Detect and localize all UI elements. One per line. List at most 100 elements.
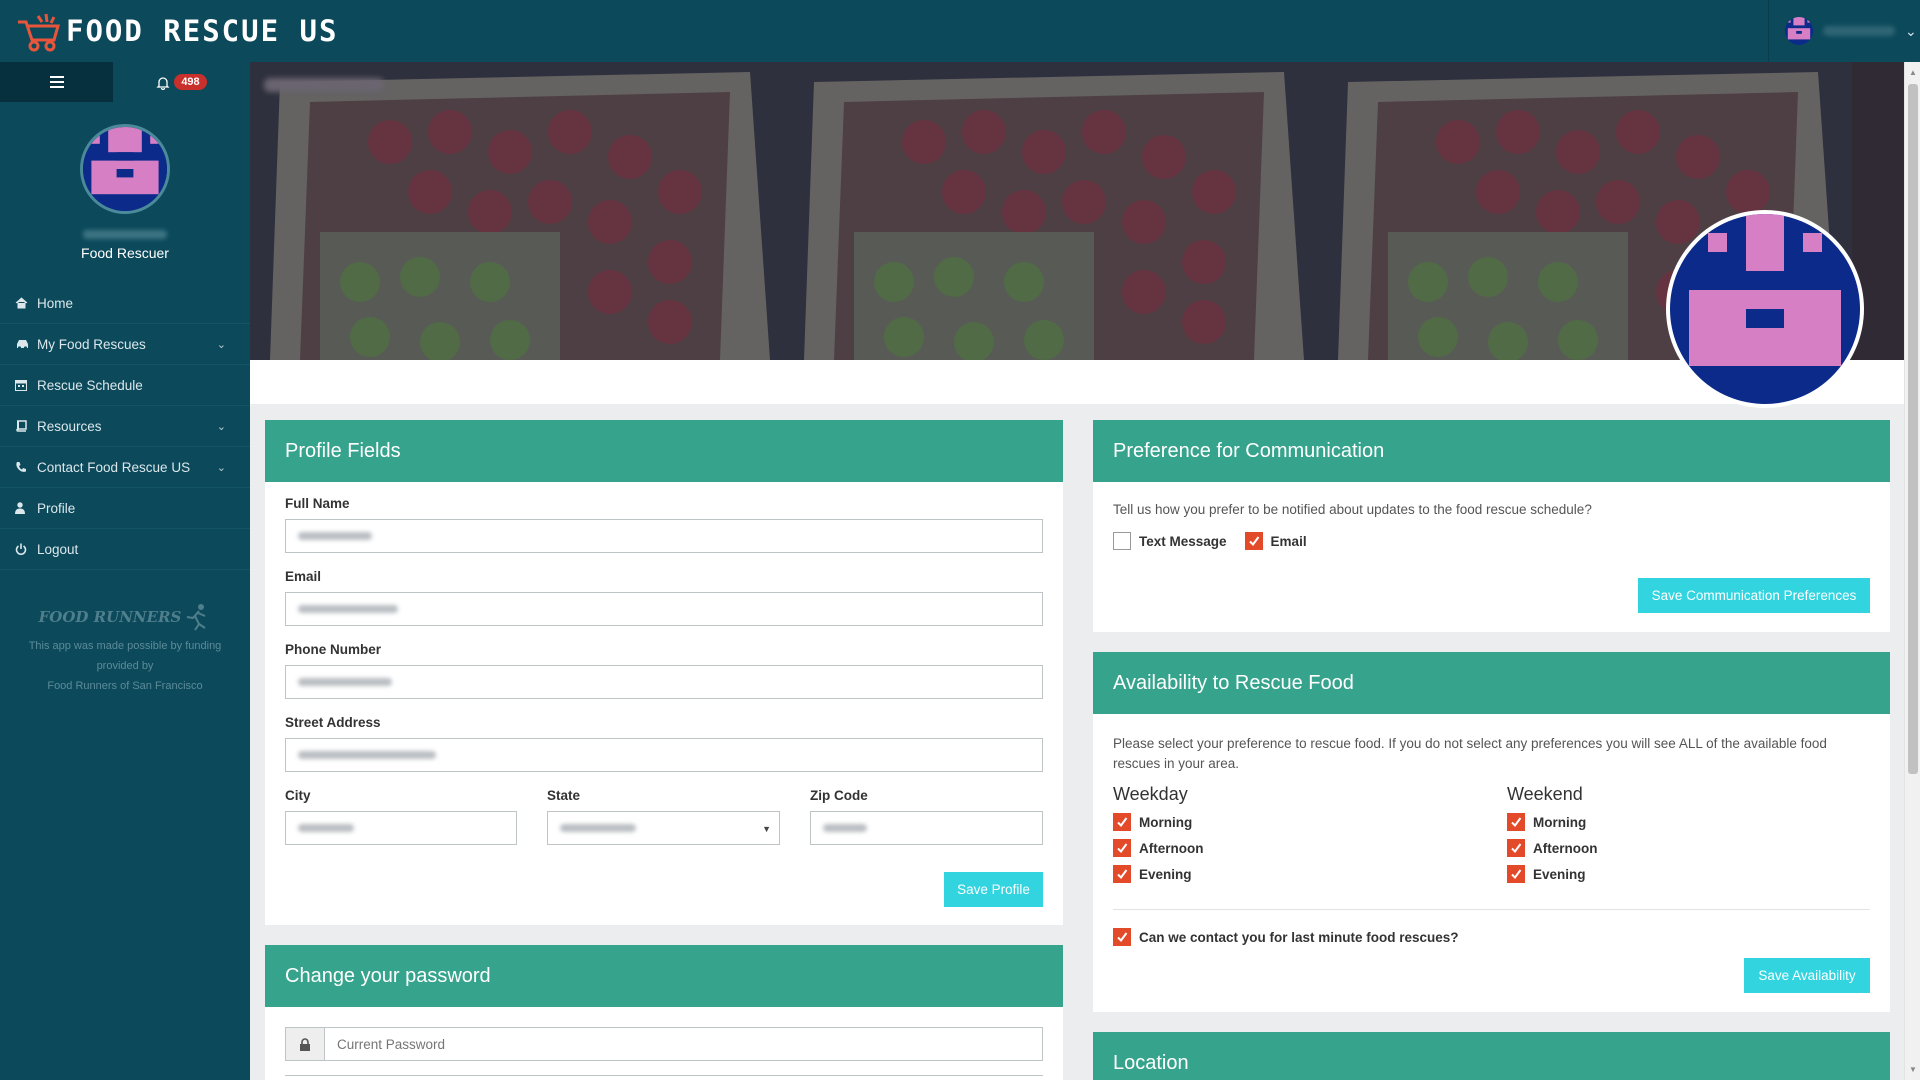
apples-photo-tile <box>784 62 1318 360</box>
zip-code-label: Zip Code <box>810 788 868 803</box>
profile-fields-panel: Profile Fields Full Name Email Phone Num… <box>265 420 1063 925</box>
scrollbar-thumb[interactable] <box>1908 84 1918 774</box>
phone-icon <box>15 461 37 473</box>
notification-badge: 498 <box>174 74 207 90</box>
weekend-evening-option[interactable]: Evening <box>1507 861 1847 887</box>
weekend-title: Weekend <box>1507 784 1583 804</box>
menu-toggle-button[interactable] <box>0 62 113 102</box>
scroll-up-arrow-icon[interactable]: ▲ <box>1909 68 1917 77</box>
scroll-down-arrow-icon[interactable]: ▼ <box>1909 1065 1917 1074</box>
sidebar-item-logout[interactable]: Logout <box>0 529 250 570</box>
apples-photo-tile <box>250 62 784 360</box>
brand-name: FOOD RESCUE US <box>66 14 339 48</box>
checkmark-icon <box>1511 817 1522 828</box>
weekday-evening-checkbox[interactable] <box>1113 865 1131 883</box>
panel-title: Profile Fields <box>265 420 1063 482</box>
profile-avatar <box>1666 210 1864 408</box>
top-navbar: FOOD RESCUE US ⌄ <box>0 0 1920 62</box>
communication-preferences-panel: Preference for Communication Tell us how… <box>1093 420 1890 632</box>
sidebar-item-profile[interactable]: Profile <box>0 488 250 529</box>
email-label: Email <box>285 569 322 584</box>
checkmark-icon <box>1511 869 1522 880</box>
communication-question: Tell us how you prefer to be notified ab… <box>1113 502 1592 517</box>
panel-title: Location <box>1093 1032 1890 1080</box>
zip-code-field[interactable] <box>810 811 1043 845</box>
panel-title: Availability to Rescue Food <box>1093 652 1890 714</box>
weekend-morning-option[interactable]: Morning <box>1507 809 1847 835</box>
email-field[interactable] <box>285 592 1043 626</box>
phone-label: Phone Number <box>285 642 382 657</box>
email-checkbox[interactable] <box>1244 532 1263 550</box>
checkmark-icon <box>1117 843 1128 854</box>
weekend-afternoon-option[interactable]: Afternoon <box>1507 835 1847 861</box>
sidebar-avatar <box>80 124 170 214</box>
brand[interactable]: FOOD RESCUE US <box>14 0 338 62</box>
funding-note: FOOD RUNNERS This app was made possible … <box>0 598 250 696</box>
divider <box>1113 909 1870 910</box>
save-communication-preferences-button[interactable]: Save Communication Preferences <box>1638 578 1870 613</box>
chevron-down-icon: ⌄ <box>216 338 226 351</box>
checkmark-icon <box>1117 817 1128 828</box>
bell-icon <box>156 76 170 90</box>
street-address-field[interactable] <box>285 738 1043 772</box>
book-icon <box>15 420 37 432</box>
sidebar-item-my-food-rescues[interactable]: My Food Rescues ⌄ <box>0 324 250 365</box>
lock-addon <box>285 1027 325 1061</box>
city-field[interactable] <box>285 811 517 845</box>
state-label: State <box>547 788 581 803</box>
email-option[interactable]: Email <box>1244 528 1307 554</box>
checkmark-icon <box>1117 869 1128 880</box>
weekday-morning-option[interactable]: Morning <box>1113 809 1507 835</box>
user-menu[interactable]: ⌄ <box>1768 0 1920 62</box>
sidebar-item-home[interactable]: Home <box>0 283 250 324</box>
sidebar: 498 Food Rescuer Home My Food Rescues ⌄ … <box>0 62 250 1080</box>
weekday-afternoon-checkbox[interactable] <box>1113 839 1131 857</box>
weekend-morning-checkbox[interactable] <box>1507 813 1525 831</box>
availability-description: Please select your preference to rescue … <box>1113 736 1827 771</box>
banner-username-redacted <box>264 78 384 92</box>
save-profile-button[interactable]: Save Profile <box>944 872 1043 907</box>
full-name-field[interactable] <box>285 519 1043 553</box>
notifications-button[interactable]: 498 <box>113 62 250 102</box>
checkmark-icon <box>1117 932 1128 943</box>
page-scrollbar[interactable]: ▲ ▼ <box>1904 62 1920 1080</box>
panel-title: Change your password <box>265 945 1063 1007</box>
runner-icon <box>187 604 206 631</box>
user-role: Food Rescuer <box>81 245 169 261</box>
sidebar-username-redacted <box>83 230 167 239</box>
sidebar-item-resources[interactable]: Resources ⌄ <box>0 406 250 447</box>
weekday-group: Weekday Morning Afternoon Evening <box>1113 776 1507 887</box>
weekend-evening-checkbox[interactable] <box>1507 865 1525 883</box>
weekday-title: Weekday <box>1113 784 1188 804</box>
home-icon <box>15 297 37 309</box>
weekday-afternoon-option[interactable]: Afternoon <box>1113 835 1507 861</box>
last-minute-option[interactable]: Can we contact you for last minute food … <box>1113 924 1870 950</box>
text-message-option[interactable]: Text Message <box>1113 528 1227 554</box>
sidebar-item-rescue-schedule[interactable]: Rescue Schedule <box>0 365 250 406</box>
phone-field[interactable] <box>285 665 1043 699</box>
banner-footer <box>250 360 1904 404</box>
sidebar-item-contact[interactable]: Contact Food Rescue US ⌄ <box>0 447 250 488</box>
location-panel: Location <box>1093 1032 1890 1080</box>
chevron-down-icon: ⌄ <box>1905 22 1917 39</box>
food-rescue-logo-icon <box>18 13 60 52</box>
state-select[interactable]: ▼ <box>547 811 780 845</box>
save-availability-button[interactable]: Save Availability <box>1744 958 1870 993</box>
text-message-checkbox[interactable] <box>1113 532 1131 550</box>
hamburger-icon <box>49 76 64 88</box>
lock-icon <box>300 1037 310 1051</box>
weekday-evening-option[interactable]: Evening <box>1113 861 1507 887</box>
user-icon <box>15 502 37 514</box>
user-name-redacted <box>1823 26 1895 36</box>
calendar-icon <box>15 379 37 391</box>
weekday-morning-checkbox[interactable] <box>1113 813 1131 831</box>
weekend-afternoon-checkbox[interactable] <box>1507 839 1525 857</box>
last-minute-checkbox[interactable] <box>1113 928 1131 946</box>
weekend-group: Weekend Morning Afternoon Evening <box>1507 776 1847 887</box>
chevron-down-icon: ⌄ <box>216 420 226 433</box>
caret-down-icon: ▼ <box>762 824 771 834</box>
next-password-field-edge <box>285 1075 1043 1080</box>
current-password-input[interactable] <box>325 1027 1043 1061</box>
profile-banner-image <box>250 62 1904 360</box>
full-name-label: Full Name <box>285 496 350 511</box>
